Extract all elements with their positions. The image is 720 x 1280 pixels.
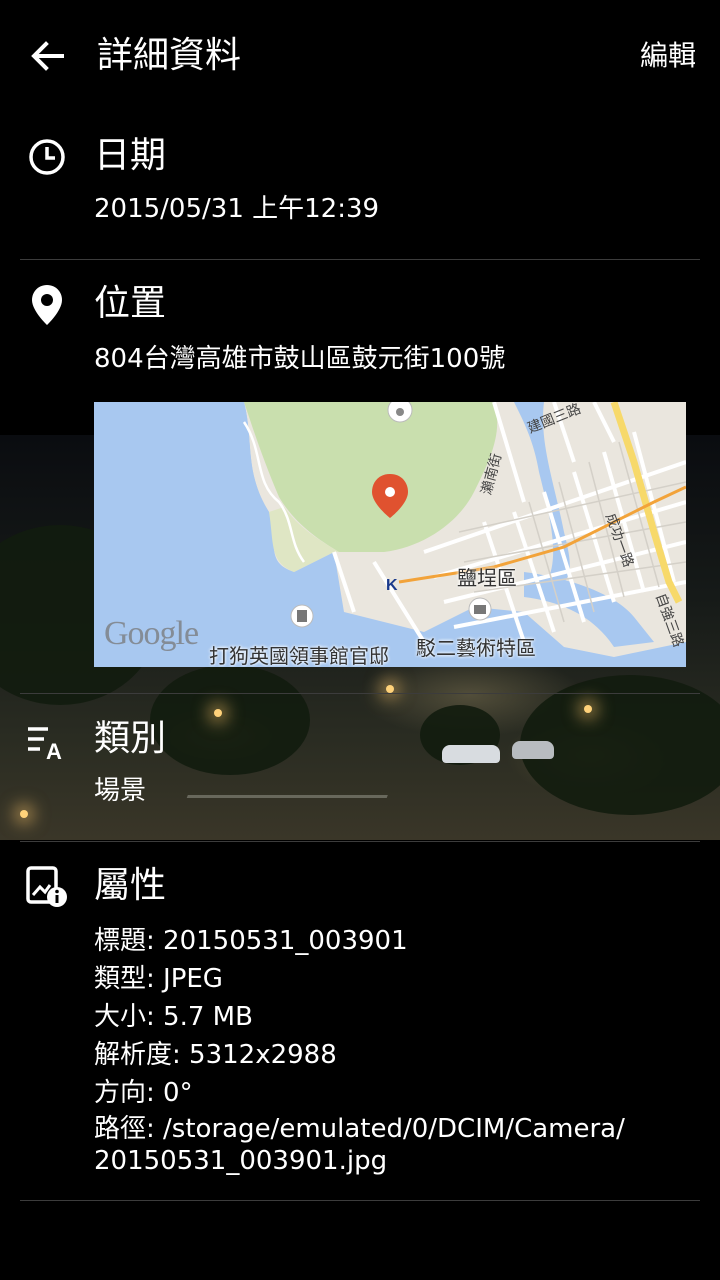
property-path: 路徑: /storage/emulated/0/DCIM/Camera/ [94,1114,625,1144]
back-arrow-icon [31,41,64,71]
category-icon: A [24,718,70,764]
divider [20,841,700,842]
property-size: 大小: 5.7 MB [94,1002,253,1032]
properties-title: 屬性 [94,865,167,906]
category-value: 場景 [94,776,147,806]
date-title: 日期 [94,135,167,176]
clock-icon [24,134,70,180]
map-label-pier2: 駁二藝術特區 [416,636,536,660]
divider [20,1200,700,1201]
property-title: 標題: 20150531_003901 [94,926,408,956]
map-label-consulate: 打狗英國領事館官邸 [209,644,389,667]
edit-button[interactable]: 編輯 [640,34,696,78]
back-button[interactable] [22,30,74,82]
properties-list: 標題: 20150531_003901 類型: JPEG 大小: 5.7 MB … [94,922,625,1176]
google-logo: Google [104,615,199,652]
divider [20,259,700,260]
svg-text:A: A [46,739,62,761]
app-bar: 詳細資料 編輯 [0,0,720,112]
property-resolution: 解析度: 5312x2988 [94,1040,337,1070]
location-address: 804台灣高雄市鼓山區鼓元街100號 [94,344,506,374]
page-title: 詳細資料 [97,35,242,76]
location-map[interactable]: K 鹽埕區 打狗英國領事館官邸 駁二藝術特區 建國三路 瀨南街 成功一路 自強三… [94,402,686,667]
location-title: 位置 [94,283,167,324]
map-label-district: 鹽埕區 [457,566,517,590]
category-title: 類別 [94,718,167,759]
image-info-icon [24,864,70,910]
location-pin-icon [24,282,70,328]
property-type: 類型: JPEG [94,964,223,994]
divider [20,693,700,694]
svg-text:K: K [386,577,398,594]
property-path-continued: 20150531_003901.jpg [94,1146,388,1176]
date-value: 2015/05/31 上午12:39 [94,194,380,224]
property-orientation: 方向: 0° [94,1078,193,1108]
